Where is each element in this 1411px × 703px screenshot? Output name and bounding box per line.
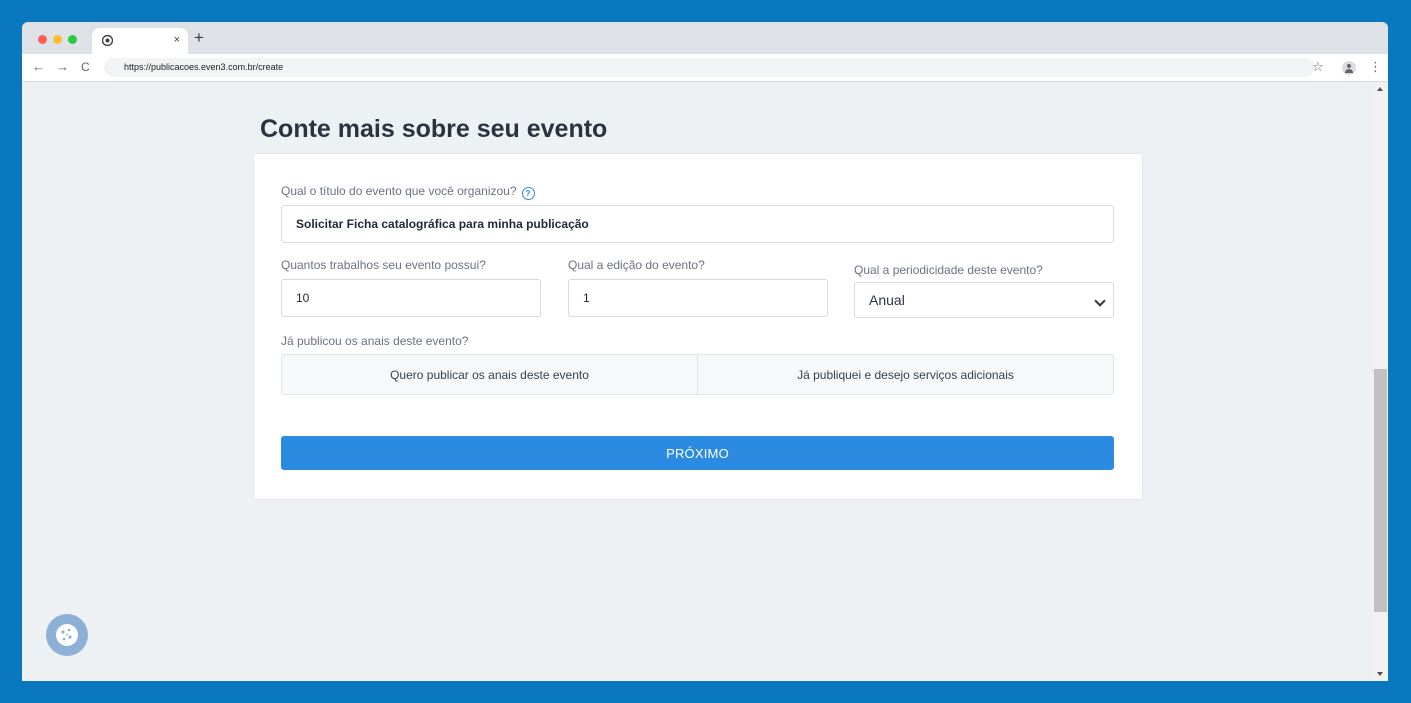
tab-bar: × + bbox=[22, 22, 1388, 54]
chrome-icon bbox=[101, 34, 114, 47]
reload-icon[interactable]: C bbox=[81, 59, 90, 75]
new-tab-icon[interactable]: + bbox=[194, 29, 204, 46]
help-icon[interactable]: ? bbox=[521, 187, 535, 200]
edition-label: Qual a edição do evento? bbox=[568, 258, 705, 272]
url-text[interactable]: https://publicacoes.even3.com.br/create bbox=[124, 62, 283, 73]
published-label: Já publicou os anais deste evento? bbox=[281, 334, 469, 348]
event-title-value: Solicitar Ficha catalográfica para minha… bbox=[296, 217, 589, 231]
event-form-card: Qual o título do evento que você organiz… bbox=[253, 153, 1143, 500]
back-icon[interactable]: ← bbox=[32, 59, 45, 75]
scrollbar-thumb[interactable] bbox=[1374, 369, 1387, 612]
forward-icon[interactable]: → bbox=[56, 59, 69, 75]
minimize-window-button[interactable] bbox=[53, 35, 62, 44]
profile-icon[interactable] bbox=[1342, 61, 1356, 75]
maximize-window-button[interactable] bbox=[68, 35, 77, 44]
cookie-settings-button[interactable] bbox=[46, 614, 88, 656]
browser-window: × + ← → C https://publicacoes.even3.com.… bbox=[22, 22, 1388, 681]
event-title-label: Qual o título do evento que você organiz… bbox=[281, 184, 535, 200]
page-viewport: Conte mais sobre seu evento Qual o títul… bbox=[22, 82, 1388, 681]
publish-annals-option[interactable]: Quero publicar os anais deste evento bbox=[282, 355, 697, 394]
edition-input[interactable]: 1 bbox=[568, 279, 828, 317]
page-title: Conte mais sobre seu evento bbox=[260, 115, 608, 143]
browser-menu-icon[interactable]: ⋮ bbox=[1369, 59, 1382, 75]
edition-value: 1 bbox=[583, 291, 590, 305]
cookie-icon bbox=[56, 624, 78, 646]
periodicity-select[interactable]: Anual bbox=[854, 282, 1114, 318]
address-bar[interactable]: https://publicacoes.even3.com.br/create bbox=[104, 58, 1314, 77]
browser-tab[interactable]: × bbox=[92, 28, 188, 54]
bookmark-star-icon[interactable]: ☆ bbox=[1312, 59, 1324, 75]
scroll-down-arrow-icon[interactable] bbox=[1377, 672, 1383, 676]
close-window-button[interactable] bbox=[38, 35, 47, 44]
additional-services-option[interactable]: Já publiquei e desejo serviços adicionai… bbox=[697, 355, 1113, 394]
page-scrollbar[interactable] bbox=[1373, 82, 1388, 681]
periodicity-label: Qual a periodicidade deste evento? bbox=[854, 263, 1043, 277]
periodicity-selected-value: Anual bbox=[869, 292, 905, 308]
scroll-up-arrow-icon[interactable] bbox=[1377, 87, 1383, 91]
browser-toolbar: ← → C https://publicacoes.even3.com.br/c… bbox=[22, 54, 1388, 82]
works-count-input[interactable]: 10 bbox=[281, 279, 541, 317]
event-title-input[interactable]: Solicitar Ficha catalográfica para minha… bbox=[281, 205, 1114, 243]
next-button[interactable]: PRÓXIMO bbox=[281, 436, 1114, 470]
chevron-down-icon bbox=[1094, 295, 1106, 307]
works-count-label: Quantos trabalhos seu evento possui? bbox=[281, 258, 486, 272]
works-count-value: 10 bbox=[296, 291, 310, 305]
event-title-label-text: Qual o título do evento que você organiz… bbox=[281, 184, 517, 198]
close-tab-icon[interactable]: × bbox=[174, 34, 180, 47]
published-toggle-group: Quero publicar os anais deste evento Já … bbox=[281, 354, 1114, 395]
